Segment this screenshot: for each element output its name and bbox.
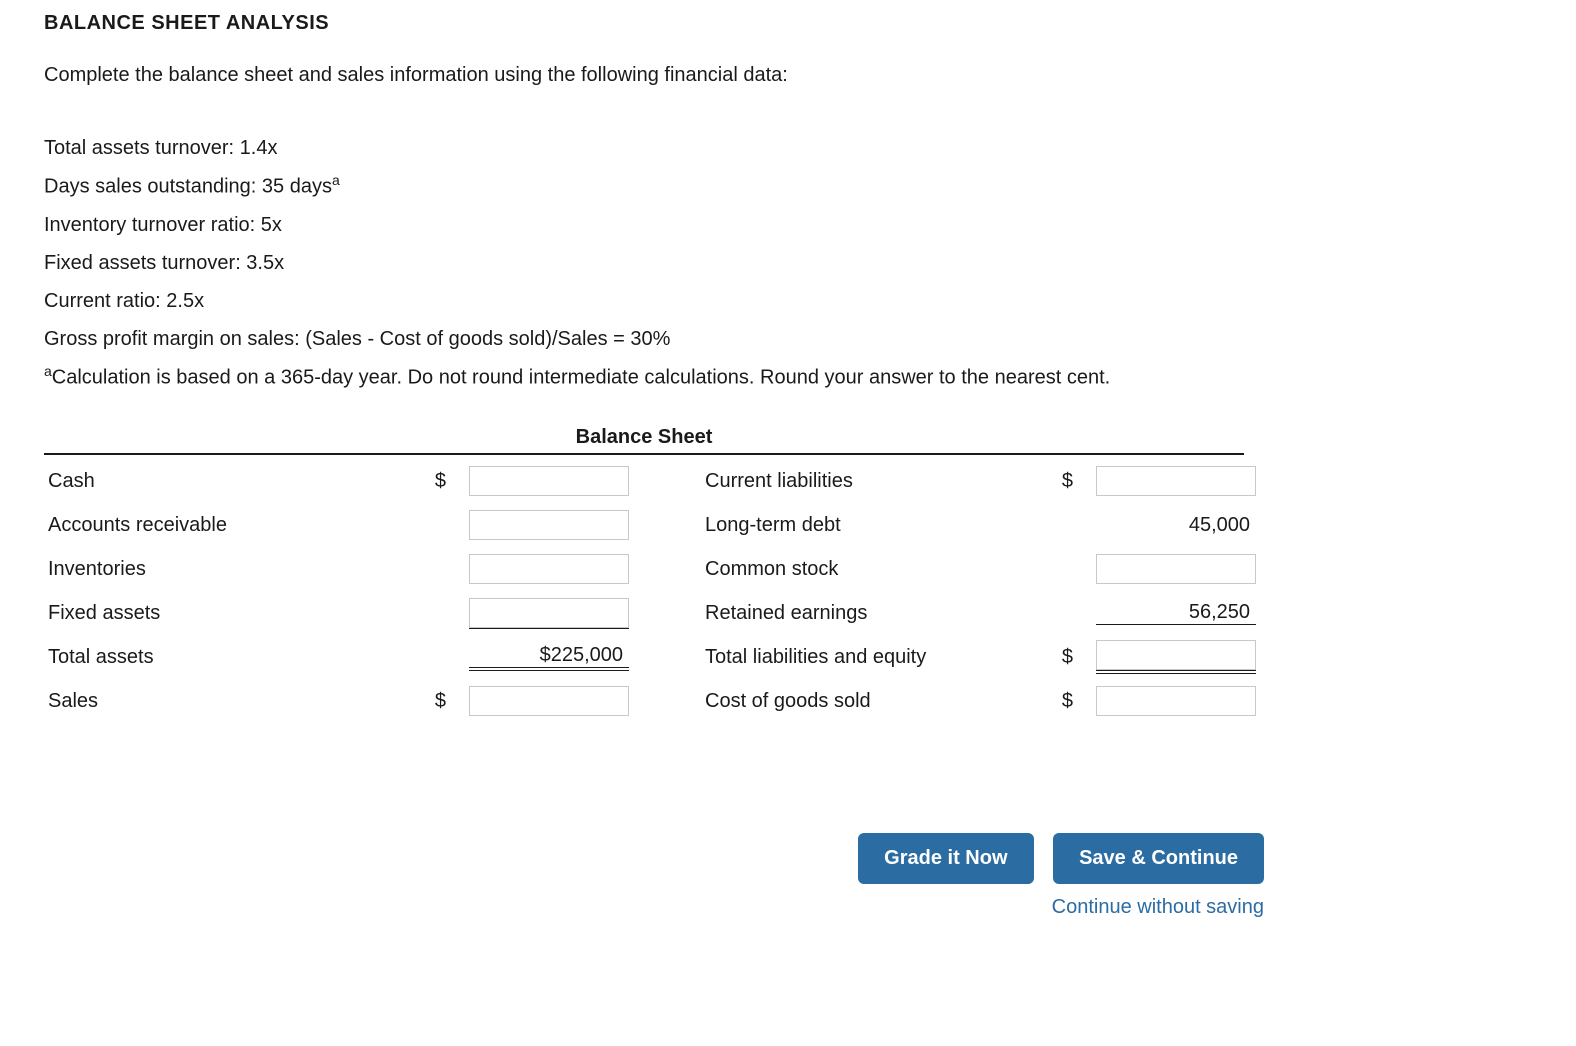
row-label: Inventories: [44, 547, 402, 591]
row-label: Common stock: [701, 547, 1029, 591]
row-label: Cost of goods sold: [701, 679, 1029, 723]
row-label: Accounts receivable: [44, 503, 402, 547]
financial-data-item: Current ratio: 2.5x: [44, 282, 1532, 320]
grade-button[interactable]: Grade it Now: [858, 833, 1033, 884]
financial-data-item: Inventory turnover ratio: 5x: [44, 206, 1532, 244]
row-label: Long-term debt: [701, 503, 1029, 547]
currency-symbol: $: [1029, 459, 1077, 503]
row-label: Total assets: [44, 635, 402, 679]
financial-data-item: Gross profit margin on sales: (Sales - C…: [44, 320, 1532, 358]
balance-sheet-table: Cash $ Current liabilities $ Accounts re…: [44, 459, 1260, 723]
total-liab-equity-input[interactable]: [1096, 640, 1256, 670]
financial-data-list: Total assets turnover: 1.4x Days sales o…: [44, 129, 1532, 396]
currency-symbol: $: [1029, 679, 1077, 723]
page-heading: BALANCE SHEET ANALYSIS: [44, 12, 1532, 35]
total-assets-value: $225,000: [469, 644, 629, 671]
currency-symbol: $: [402, 679, 450, 723]
fixed-assets-input[interactable]: [469, 598, 629, 628]
row-label: Fixed assets: [44, 591, 402, 635]
row-label: Retained earnings: [701, 591, 1029, 635]
footnote-marker: a: [332, 172, 340, 188]
financial-data-item: Fixed assets turnover: 3.5x: [44, 244, 1532, 282]
save-continue-button[interactable]: Save & Continue: [1053, 833, 1264, 884]
row-label: Cash: [44, 459, 402, 503]
financial-data-item: Days sales outstanding: 35 daysa: [44, 167, 1532, 206]
row-label: Sales: [44, 679, 402, 723]
balance-sheet-title: Balance Sheet: [44, 426, 1244, 455]
common-stock-input[interactable]: [1096, 554, 1256, 584]
currency-symbol: $: [402, 459, 450, 503]
inventories-input[interactable]: [469, 554, 629, 584]
instruction-text: Complete the balance sheet and sales inf…: [44, 61, 1532, 89]
retained-earnings-value: 56,250: [1096, 601, 1256, 625]
sales-input[interactable]: [469, 686, 629, 716]
cogs-input[interactable]: [1096, 686, 1256, 716]
footnote: aCalculation is based on a 365-day year.…: [44, 358, 1532, 397]
cash-input[interactable]: [469, 466, 629, 496]
currency-symbol: $: [1029, 635, 1077, 679]
row-label: Current liabilities: [701, 459, 1029, 503]
long-term-debt-value: 45,000: [1096, 514, 1256, 537]
accounts-receivable-input[interactable]: [469, 510, 629, 540]
row-label: Total liabilities and equity: [701, 635, 1029, 679]
current-liabilities-input[interactable]: [1096, 466, 1256, 496]
continue-without-saving-link[interactable]: Continue without saving: [1052, 896, 1264, 918]
financial-data-item: Total assets turnover: 1.4x: [44, 129, 1532, 167]
